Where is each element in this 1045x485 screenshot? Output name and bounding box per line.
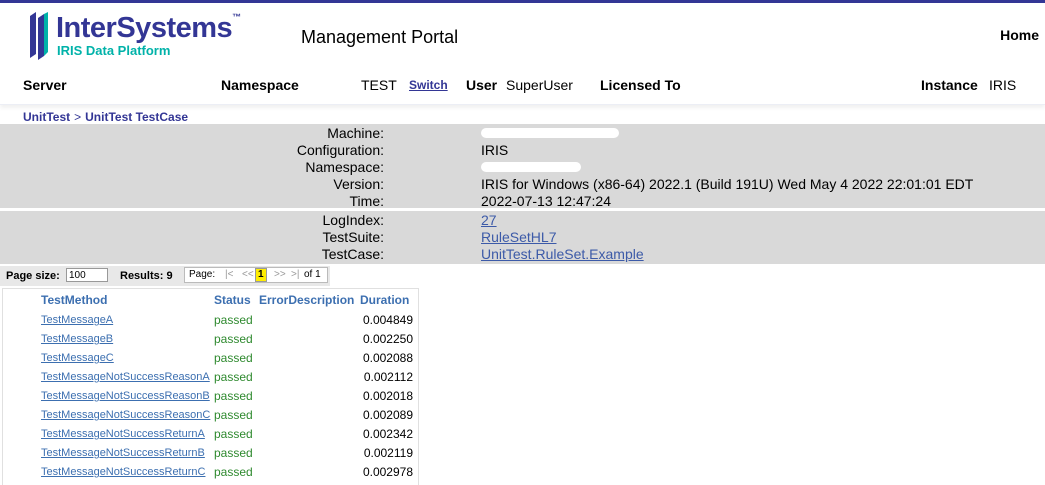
- switch-namespace-link[interactable]: Switch: [409, 78, 448, 92]
- instance-value: IRIS: [989, 77, 1017, 93]
- table-row: TestMessageC passed 0.002088: [3, 349, 418, 368]
- status-cell: passed: [214, 351, 253, 365]
- status-cell: passed: [214, 370, 253, 384]
- results-table: TestMethod Status ErrorDescription Durat…: [2, 288, 419, 485]
- logindex-link[interactable]: 27: [481, 212, 497, 228]
- intersystems-logo[interactable]: InterSystems™ IRIS Data Platform: [28, 10, 268, 62]
- test-method-link[interactable]: TestMessageNotSuccessReturnB: [41, 447, 205, 459]
- configuration-label: Configuration:: [296, 142, 384, 158]
- version-label: Version:: [333, 176, 384, 192]
- breadcrumb-unittest-testcase[interactable]: UnitTest TestCase: [85, 110, 188, 124]
- table-row: TestMessageNotSuccessReasonB passed 0.00…: [3, 387, 418, 406]
- breadcrumb: UnitTest > UnitTest TestCase: [23, 110, 188, 124]
- version-value: IRIS for Windows (x86-64) 2022.1 (Build …: [481, 176, 974, 192]
- column-header-testmethod[interactable]: TestMethod: [41, 293, 107, 307]
- pager: Page: |< << 1 >> >| of 1: [184, 267, 328, 283]
- home-link[interactable]: Home: [1000, 27, 1039, 43]
- time-label: Time:: [349, 193, 384, 209]
- duration-cell: 0.002018: [362, 389, 413, 403]
- page-size-label: Page size:: [6, 270, 60, 282]
- test-method-link[interactable]: TestMessageNotSuccessReturnA: [41, 428, 205, 440]
- logo-name: InterSystems: [56, 12, 233, 44]
- status-cell: passed: [214, 389, 253, 403]
- test-method-link[interactable]: TestMessageNotSuccessReasonB: [41, 390, 210, 402]
- configuration-value: IRIS: [481, 142, 509, 158]
- next-page-button[interactable]: >>: [274, 269, 286, 280]
- page-title: Management Portal: [301, 27, 459, 47]
- first-page-button[interactable]: |<: [225, 269, 233, 280]
- testcase-link[interactable]: UnitTest.RuleSet.Example: [481, 246, 644, 262]
- duration-cell: 0.002978: [362, 465, 413, 479]
- namespace-label: Namespace: [221, 77, 299, 93]
- duration-cell: 0.002119: [363, 446, 413, 460]
- table-row: TestMessageNotSuccessReasonA passed 0.00…: [3, 368, 418, 387]
- previous-page-button[interactable]: <<: [242, 269, 254, 280]
- table-row: TestMessageNotSuccessReturnB passed 0.00…: [3, 444, 418, 463]
- table-row: TestMessageB passed 0.002250: [3, 330, 418, 349]
- duration-cell: 0.002088: [362, 351, 413, 365]
- status-cell: passed: [214, 465, 253, 479]
- test-method-link[interactable]: TestMessageNotSuccessReasonC: [41, 409, 210, 421]
- testsuite-link[interactable]: RuleSetHL7: [481, 229, 557, 245]
- results-count: Results: 9: [120, 270, 173, 282]
- user-value: SuperUser: [506, 77, 573, 93]
- duration-cell: 0.002089: [362, 408, 413, 422]
- time-value: 2022-07-13 12:47:24: [481, 193, 611, 209]
- logo-subtitle: IRIS Data Platform: [57, 43, 171, 58]
- status-cell: passed: [214, 332, 253, 346]
- top-accent-line: [0, 0, 1045, 3]
- machine-value-redacted: [481, 125, 619, 141]
- status-cell: passed: [214, 446, 253, 460]
- info-bar: Server Namespace TEST Switch User SuperU…: [0, 66, 1045, 105]
- namespace-detail-label: Namespace:: [305, 159, 384, 175]
- test-details-panel: LogIndex: 27 TestSuite: RuleSetHL7 TestC…: [0, 211, 1045, 264]
- column-header-errordescription[interactable]: ErrorDescription: [259, 293, 354, 307]
- duration-cell: 0.002342: [362, 427, 413, 441]
- machine-label: Machine:: [327, 125, 384, 141]
- duration-cell: 0.002112: [363, 370, 413, 384]
- namespace-value: TEST: [361, 77, 397, 93]
- breadcrumb-separator: >: [74, 110, 82, 124]
- instance-label: Instance: [921, 77, 978, 93]
- table-navigation-bar: Page size: Results: 9 Page: |< << 1 >> >…: [0, 266, 330, 286]
- server-label: Server: [23, 77, 67, 93]
- testcase-label: TestCase:: [321, 246, 384, 262]
- licensed-to-label: Licensed To: [600, 77, 681, 93]
- current-page[interactable]: 1: [255, 268, 267, 282]
- table-row: TestMessageNotSuccessReturnC passed 0.00…: [3, 463, 418, 482]
- system-details-panel: Machine: Configuration: IRIS Namespace: …: [0, 124, 1045, 209]
- namespace-detail-value-redacted: [481, 159, 581, 175]
- duration-cell: 0.002250: [362, 332, 413, 346]
- table-row: TestMessageA passed 0.004849: [3, 311, 418, 330]
- status-cell: passed: [214, 408, 253, 422]
- test-method-link[interactable]: TestMessageNotSuccessReasonA: [41, 371, 210, 383]
- column-header-status[interactable]: Status: [214, 293, 251, 307]
- last-page-button[interactable]: >|: [291, 269, 299, 280]
- test-method-link[interactable]: TestMessageC: [41, 352, 114, 364]
- page-count: of 1: [304, 269, 321, 280]
- page-size-input[interactable]: [66, 268, 108, 282]
- column-header-duration[interactable]: Duration: [360, 293, 409, 307]
- logo-trademark: ™: [232, 12, 241, 22]
- breadcrumb-unittest[interactable]: UnitTest: [23, 110, 70, 124]
- page-label: Page:: [189, 269, 216, 280]
- testsuite-label: TestSuite:: [322, 229, 384, 245]
- test-method-link[interactable]: TestMessageB: [41, 333, 113, 345]
- status-cell: passed: [214, 427, 253, 441]
- duration-cell: 0.004849: [362, 313, 413, 327]
- test-method-link[interactable]: TestMessageNotSuccessReturnC: [41, 466, 205, 478]
- logindex-label: LogIndex:: [322, 212, 385, 228]
- status-cell: passed: [214, 313, 253, 327]
- user-label: User: [466, 77, 498, 93]
- intersystems-logo-icon: [30, 12, 48, 60]
- test-method-link[interactable]: TestMessageA: [41, 314, 113, 326]
- table-row: TestMessageNotSuccessReasonC passed 0.00…: [3, 406, 418, 425]
- table-row: TestMessageNotSuccessReturnA passed 0.00…: [3, 425, 418, 444]
